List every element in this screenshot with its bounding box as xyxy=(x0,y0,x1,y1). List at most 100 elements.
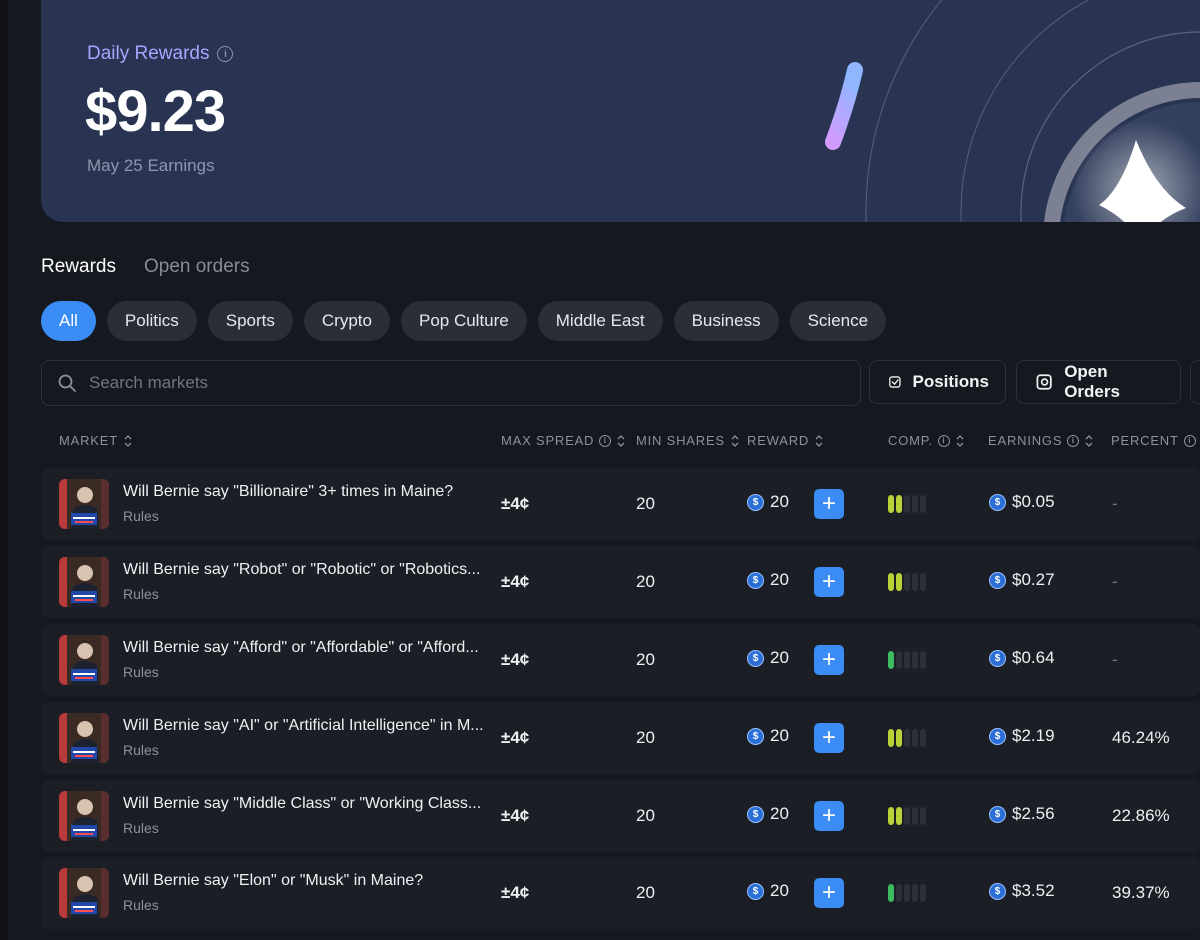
earnings-value: $0.05 xyxy=(1012,492,1055,511)
daily-rewards-amount: $9.23 xyxy=(85,79,226,144)
column-header-max-spread[interactable]: MAX SPREAD i xyxy=(501,433,626,448)
left-sidebar-edge xyxy=(0,0,8,940)
search-input[interactable] xyxy=(87,372,791,394)
daily-rewards-card: Daily Rewards i $9.23 May 25 Earnings xyxy=(41,0,1200,222)
market-title[interactable]: Will Bernie say "Middle Class" or "Worki… xyxy=(123,795,495,813)
competition-meter xyxy=(888,807,926,825)
add-order-button[interactable]: + xyxy=(814,567,844,597)
reward-value: 20 xyxy=(770,804,789,823)
competition-meter xyxy=(888,573,926,591)
comp-bar xyxy=(912,884,918,902)
chip-crypto[interactable]: Crypto xyxy=(303,301,390,341)
earnings-cell: $ $2.56 xyxy=(989,804,1055,824)
add-order-button[interactable]: + xyxy=(814,489,844,519)
comp-bar xyxy=(912,495,918,513)
search-icon xyxy=(58,374,76,392)
add-order-button[interactable]: + xyxy=(814,878,844,908)
info-icon[interactable]: i xyxy=(1183,434,1196,447)
table-row[interactable]: Will Bernie say "Afford" or "Affordable"… xyxy=(41,624,1200,696)
comp-bar xyxy=(896,807,902,825)
sort-icon xyxy=(815,434,823,447)
percent-value: 22.86% xyxy=(1112,806,1170,825)
column-label: MIN SHARES xyxy=(636,433,725,448)
column-label: EARNINGS xyxy=(988,433,1063,448)
column-header-comp[interactable]: COMP. i xyxy=(888,433,965,448)
table-row[interactable]: Will Bernie say "Robot" or "Robotic" or … xyxy=(41,546,1200,618)
earnings-value: $3.52 xyxy=(1012,881,1055,900)
reward-value: 20 xyxy=(770,492,789,511)
earnings-cell: $ $3.52 xyxy=(989,881,1055,901)
market-thumbnail xyxy=(59,635,109,685)
competition-meter xyxy=(888,884,926,902)
table-row[interactable]: Will Bernie say "Elon" or "Musk" in Main… xyxy=(41,857,1200,929)
earnings-value: $0.27 xyxy=(1012,570,1055,589)
open-orders-button[interactable]: Open Orders xyxy=(1016,360,1181,404)
chip-sports[interactable]: Sports xyxy=(207,301,293,341)
rules-link[interactable]: Rules xyxy=(123,508,159,524)
market-title[interactable]: Will Bernie say "Billionaire" 3+ times i… xyxy=(123,483,495,501)
percent-value: 39.37% xyxy=(1112,883,1170,902)
reward-value: 20 xyxy=(770,726,789,745)
comp-bar xyxy=(888,807,894,825)
decorative-rings-art xyxy=(825,0,1200,222)
table-row[interactable]: Will Bernie say "AI" or "Artificial Inte… xyxy=(41,702,1200,774)
column-header-market[interactable]: MARKET xyxy=(59,433,133,448)
usdc-coin-icon: $ xyxy=(747,882,764,900)
comp-bar xyxy=(888,884,894,902)
min-shares-value: 20 xyxy=(636,494,655,513)
market-title[interactable]: Will Bernie say "Robot" or "Robotic" or … xyxy=(123,561,495,579)
usdc-coin-icon: $ xyxy=(989,805,1006,823)
max-spread-value: ±4¢ xyxy=(501,650,530,669)
table-row[interactable]: Will Bernie say "Billionaire" 3+ times i… xyxy=(41,468,1200,540)
column-header-percent[interactable]: PERCENT i xyxy=(1111,433,1196,448)
competition-meter xyxy=(888,495,926,513)
chip-science[interactable]: Science xyxy=(789,301,887,341)
chip-business[interactable]: Business xyxy=(673,301,779,341)
max-spread-value: ±4¢ xyxy=(501,806,530,825)
positions-button[interactable]: Positions xyxy=(869,360,1006,404)
max-spread-value: ±4¢ xyxy=(501,883,530,902)
market-thumbnail xyxy=(59,713,109,763)
chip-middle-east[interactable]: Middle East xyxy=(537,301,663,341)
rules-link[interactable]: Rules xyxy=(123,586,159,602)
info-icon[interactable]: i xyxy=(1067,434,1080,447)
add-order-button[interactable]: + xyxy=(814,723,844,753)
min-shares-value: 20 xyxy=(636,650,655,669)
more-button[interactable] xyxy=(1190,360,1200,404)
chip-pop-culture[interactable]: Pop Culture xyxy=(400,301,527,341)
market-title[interactable]: Will Bernie say "Elon" or "Musk" in Main… xyxy=(123,872,495,890)
rules-link[interactable]: Rules xyxy=(123,820,159,836)
market-thumbnail xyxy=(59,479,109,529)
add-order-button[interactable]: + xyxy=(814,645,844,675)
positions-label: Positions xyxy=(912,372,989,391)
rules-link[interactable]: Rules xyxy=(123,664,159,680)
info-icon[interactable]: i xyxy=(217,46,234,62)
market-title[interactable]: Will Bernie say "AI" or "Artificial Inte… xyxy=(123,717,495,735)
rules-link[interactable]: Rules xyxy=(123,742,159,758)
market-title[interactable]: Will Bernie say "Afford" or "Affordable"… xyxy=(123,639,495,657)
comp-bar xyxy=(896,729,902,747)
min-shares-value: 20 xyxy=(636,883,655,902)
column-header-reward[interactable]: REWARD xyxy=(747,433,824,448)
min-shares-value: 20 xyxy=(636,572,655,591)
tab-rewards[interactable]: Rewards xyxy=(41,256,116,278)
reward-cell: $20 xyxy=(747,726,789,746)
column-header-earnings[interactable]: EARNINGS i xyxy=(988,433,1094,448)
comp-bar xyxy=(904,495,910,513)
column-header-min-shares[interactable]: MIN SHARES xyxy=(636,433,740,448)
reward-cell: $20 xyxy=(747,492,789,512)
chip-all[interactable]: All xyxy=(41,301,96,341)
tab-open-orders[interactable]: Open orders xyxy=(144,256,250,278)
add-order-button[interactable]: + xyxy=(814,801,844,831)
sort-icon xyxy=(617,434,625,447)
info-icon[interactable]: i xyxy=(937,434,950,447)
earnings-value: $0.64 xyxy=(1012,648,1055,667)
chip-politics[interactable]: Politics xyxy=(106,301,197,341)
comp-bar xyxy=(912,573,918,591)
usdc-coin-icon: $ xyxy=(747,493,764,511)
info-icon[interactable]: i xyxy=(599,434,612,447)
column-label: COMP. xyxy=(888,433,933,448)
comp-bar xyxy=(888,729,894,747)
rules-link[interactable]: Rules xyxy=(123,897,159,913)
table-row[interactable]: Will Bernie say "Middle Class" or "Worki… xyxy=(41,780,1200,852)
